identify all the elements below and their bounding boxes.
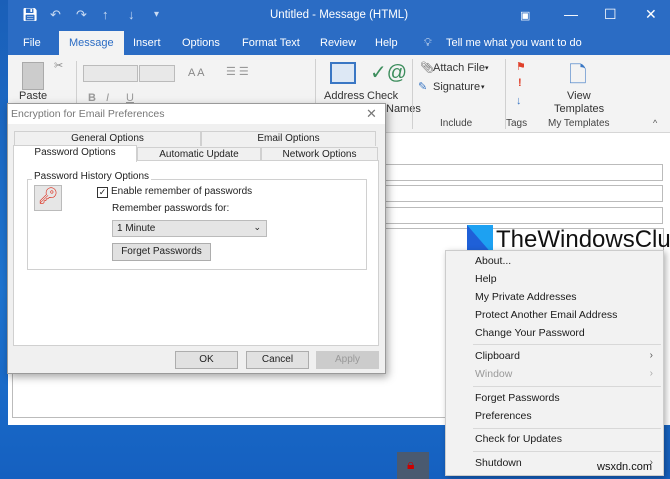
menu-item-check-updates[interactable]: Check for Updates bbox=[475, 433, 562, 445]
tab-general-options[interactable]: General Options bbox=[14, 131, 201, 146]
tab-message[interactable]: Message bbox=[59, 31, 124, 55]
dialog-close-button[interactable]: ✕ bbox=[366, 106, 377, 122]
view-templates-button[interactable]: View bbox=[567, 90, 591, 102]
minimize-button[interactable]: — bbox=[564, 6, 578, 22]
low-importance-icon[interactable]: ↓ bbox=[516, 95, 522, 107]
ribbon-display-icon[interactable]: ▣ bbox=[520, 9, 530, 22]
keys-icon: 🔑︎ bbox=[34, 185, 62, 211]
signature-button[interactable]: Signature bbox=[433, 81, 480, 93]
bullets-icon[interactable]: ☰ ☰ bbox=[226, 65, 249, 78]
save-icon[interactable]: 💾︎ bbox=[22, 7, 39, 23]
remember-label: Remember passwords for: bbox=[112, 203, 230, 214]
cc-field[interactable] bbox=[385, 185, 663, 202]
check-names-button[interactable]: Check bbox=[367, 90, 398, 102]
undo-icon[interactable]: ↶ bbox=[50, 7, 61, 23]
include-group-label: Include bbox=[440, 118, 473, 129]
menu-item-forget-passwords[interactable]: Forget Passwords bbox=[475, 392, 560, 404]
redo-icon[interactable]: ↷ bbox=[76, 7, 87, 23]
ribbon-tabs: File Message Insert Options Format Text … bbox=[8, 31, 670, 55]
follow-up-flag-icon[interactable]: ⚑ bbox=[516, 60, 526, 73]
check-names-icon: ✓@ bbox=[370, 62, 408, 84]
menu-item-private-addresses[interactable]: My Private Addresses bbox=[475, 291, 577, 303]
submenu-arrow-icon: › bbox=[649, 350, 653, 361]
tab-email-options[interactable]: Email Options bbox=[201, 131, 376, 146]
ok-button[interactable]: OK bbox=[175, 351, 238, 369]
forget-passwords-button[interactable]: Forget Passwords bbox=[112, 243, 211, 261]
tray-context-menu: About... Help My Private Addresses Prote… bbox=[445, 250, 664, 476]
apply-button[interactable]: Apply bbox=[316, 351, 379, 369]
paste-button[interactable]: Paste bbox=[19, 90, 47, 102]
lightbulb-icon: 💡︎ bbox=[424, 37, 432, 49]
menu-item-change-password[interactable]: Change Your Password bbox=[475, 327, 585, 339]
tab-password-options[interactable]: Password Options bbox=[13, 145, 137, 162]
to-field[interactable] bbox=[385, 164, 663, 181]
tab-insert[interactable]: Insert bbox=[133, 37, 161, 49]
remember-duration-select[interactable]: 1 Minute ⌄ bbox=[112, 220, 267, 237]
tab-format-text[interactable]: Format Text bbox=[242, 37, 300, 49]
signature-icon: ✎ bbox=[418, 81, 428, 93]
collapse-ribbon-icon[interactable]: ^ bbox=[653, 118, 657, 128]
checkbox-label: Enable remember of passwords bbox=[111, 186, 253, 197]
taskbar-lock-app-icon[interactable]: 🔒︎ bbox=[397, 452, 429, 479]
tab-review[interactable]: Review bbox=[320, 37, 356, 49]
cut-icon[interactable]: ✂ bbox=[54, 59, 63, 72]
tags-group-label: Tags bbox=[506, 118, 528, 129]
tab-options[interactable]: Options bbox=[182, 37, 220, 49]
grow-font-icon[interactable]: A A bbox=[188, 67, 205, 79]
paperclip-icon: 📎︎ bbox=[420, 62, 434, 74]
attach-file-button[interactable]: Attach File bbox=[433, 62, 485, 74]
dialog-title-bar: Encryption for Email Preferences ✕ bbox=[8, 104, 385, 124]
watermark: wsxdn.com bbox=[597, 461, 653, 473]
encryption-preferences-dialog: Encryption for Email Preferences ✕ Gener… bbox=[7, 103, 386, 374]
remember-value: 1 Minute bbox=[117, 223, 156, 234]
enable-remember-checkbox[interactable]: ✓ bbox=[97, 187, 108, 198]
down-arrow-icon[interactable]: ↓ bbox=[128, 7, 135, 22]
password-options-panel: Password History Options 🔑︎ ✓ Enable rem… bbox=[13, 160, 379, 346]
address-book-button[interactable]: Address bbox=[324, 90, 364, 102]
font-size-select[interactable] bbox=[139, 65, 175, 82]
check-names-label2: Names bbox=[386, 103, 421, 115]
up-arrow-icon[interactable]: ↑ bbox=[102, 7, 109, 22]
menu-item-protect-email[interactable]: Protect Another Email Address bbox=[475, 309, 617, 321]
close-button[interactable]: ✕ bbox=[645, 6, 657, 23]
menu-item-window: Window bbox=[475, 368, 513, 380]
submenu-arrow-icon: › bbox=[649, 368, 653, 379]
menu-item-preferences[interactable]: Preferences bbox=[475, 410, 532, 422]
my-templates-group-label: My Templates bbox=[548, 118, 610, 129]
dialog-title: Encryption for Email Preferences bbox=[11, 108, 165, 120]
maximize-button[interactable]: ☐ bbox=[604, 6, 617, 23]
font-name-select[interactable] bbox=[83, 65, 138, 82]
tab-help[interactable]: Help bbox=[375, 37, 398, 49]
customize-icon[interactable]: ▾ bbox=[154, 9, 159, 20]
subject-field[interactable] bbox=[385, 207, 663, 224]
paste-icon bbox=[22, 62, 44, 90]
chevron-down-icon: ⌄ bbox=[253, 222, 261, 232]
address-book-icon bbox=[330, 62, 356, 84]
window-title: Untitled - Message (HTML) bbox=[270, 9, 409, 21]
group-label: Password History Options bbox=[32, 171, 152, 182]
menu-item-help[interactable]: Help bbox=[475, 273, 497, 285]
menu-item-shutdown[interactable]: Shutdown bbox=[475, 457, 522, 469]
menu-item-about[interactable]: About... bbox=[475, 255, 511, 267]
cancel-button[interactable]: Cancel bbox=[246, 351, 309, 369]
high-importance-icon[interactable]: ! bbox=[518, 77, 522, 89]
tab-file[interactable]: File bbox=[23, 37, 41, 49]
tell-me-search[interactable]: Tell me what you want to do bbox=[446, 37, 582, 49]
view-templates-label2: Templates bbox=[554, 103, 605, 115]
title-bar: 💾︎ ↶ ↷ ↑ ↓ ▾ Untitled - Message (HTML) ▣… bbox=[8, 0, 670, 31]
menu-item-clipboard[interactable]: Clipboard bbox=[475, 350, 520, 362]
